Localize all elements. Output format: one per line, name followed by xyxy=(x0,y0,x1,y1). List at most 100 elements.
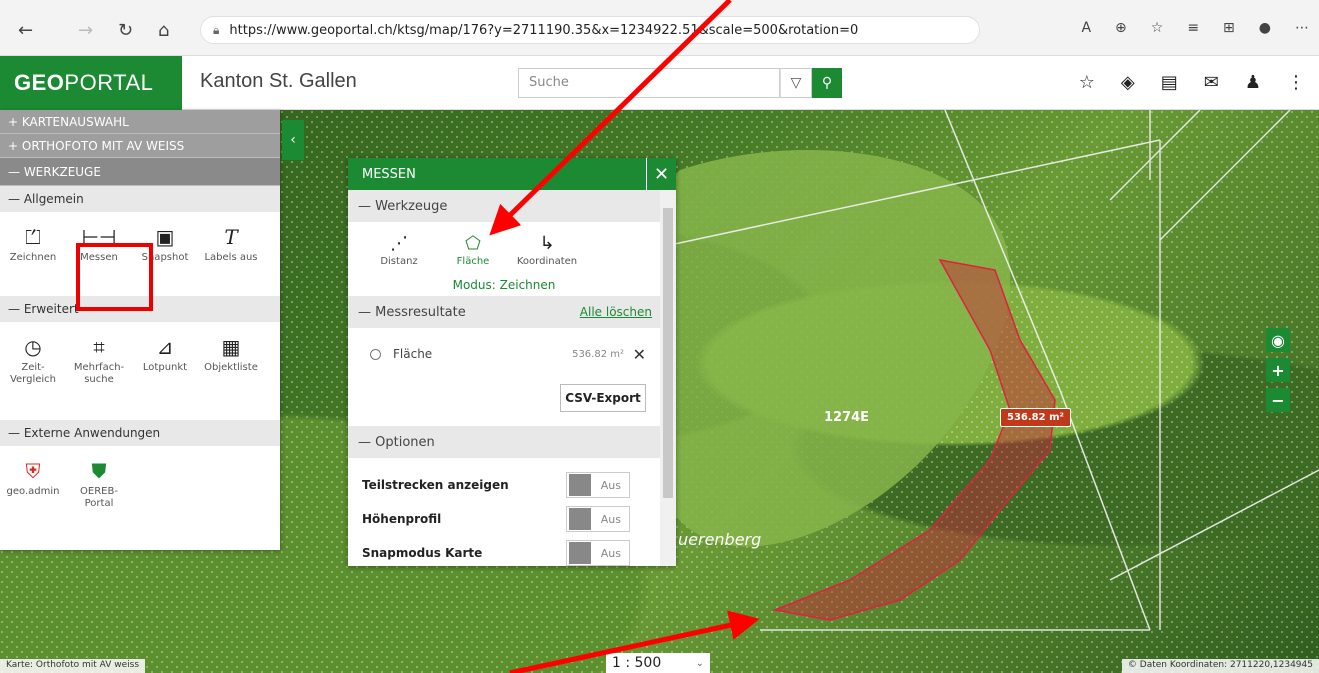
dialog-scrollbar[interactable] xyxy=(660,190,676,566)
close-icon[interactable]: ✕ xyxy=(646,158,676,190)
section-werkzeuge[interactable]: — WERKZEUGE xyxy=(0,158,280,186)
group-extern[interactable]: — Externe Anwendungen xyxy=(0,420,280,446)
result-value: 536.82 m² xyxy=(572,348,624,360)
tool-zeichnen[interactable]: ⏍ Zeichnen xyxy=(0,222,66,288)
tool-objektliste[interactable]: ▦ Objektliste xyxy=(198,332,264,412)
tool-lotpunkt[interactable]: ⊿ Lotpunkt xyxy=(132,332,198,412)
measure-tools: ⋰ Distanz ⬠ Fläche ↳ Koordinaten xyxy=(348,222,660,278)
tool-labels[interactable]: T Labels aus xyxy=(198,222,264,288)
object-list-icon: ▦ xyxy=(221,335,241,359)
tool-mehrfachsuche[interactable]: ⌗ Mehrfach- suche xyxy=(66,332,132,412)
sidebar-panel: + KARTENAUSWAHL + ORTHOFOTO MIT AV WEISS… xyxy=(0,110,280,550)
section-orthofoto[interactable]: + ORTHOFOTO MIT AV WEISS xyxy=(0,134,280,158)
swiss-shield-icon: ⛨ xyxy=(25,459,41,483)
perpendicular-icon: ⊿ xyxy=(156,335,174,359)
zoom-in-button[interactable]: + xyxy=(1266,358,1290,382)
option-teilstrecken: Teilstrecken anzeigen Aus xyxy=(348,468,660,502)
coordinates-readout: © Daten Koordinaten: 2711220,1234945 xyxy=(1121,659,1319,673)
annotation-highlight-box xyxy=(76,243,153,311)
group-allgemein[interactable]: — Allgemein xyxy=(0,186,280,212)
collapse-sidebar-button[interactable]: ‹ xyxy=(282,120,304,160)
search-input[interactable]: Suche xyxy=(518,68,780,98)
tool-flaeche[interactable]: ⬠ Fläche xyxy=(436,230,510,278)
section-kartenauswahl[interactable]: + KARTENAUSWAHL xyxy=(0,110,280,134)
tool-koordinaten[interactable]: ↳ Koordinaten xyxy=(510,230,584,278)
geoportal-logo[interactable]: GEO PORTAL xyxy=(0,56,182,110)
results-section[interactable]: — Messresultate Alle löschen xyxy=(348,296,660,328)
results-title: — Messresultate xyxy=(358,304,466,320)
erweitert-tools: ◷ Zeit- Vergleich ⌗ Mehrfach- suche ⊿ Lotpu… xyxy=(0,322,280,420)
delete-icon[interactable]: ✕ xyxy=(633,345,646,364)
home-icon[interactable]: ⌂ xyxy=(158,20,169,41)
dialog-title: MESSEN xyxy=(362,166,416,182)
mail-icon[interactable]: ✉ xyxy=(1204,72,1219,93)
tool-distanz[interactable]: ⋰ Distanz xyxy=(362,230,436,278)
print-icon[interactable]: ▤ xyxy=(1161,72,1178,93)
dialog-body: — Werkzeuge ⋰ Distanz ⬠ Fläche ↳ Koordinate… xyxy=(348,190,660,566)
favorites-list-icon[interactable]: ≡ xyxy=(1187,20,1199,36)
place-label: uerenberg xyxy=(678,530,762,549)
extern-tools: ⛨ geo.admin ⛊ OEREB- Portal xyxy=(0,446,280,518)
read-aloud-icon[interactable]: A xyxy=(1081,20,1091,36)
favorite-icon[interactable]: ☆ xyxy=(1151,20,1164,36)
option-hoehenprofil: Höhenprofil Aus xyxy=(348,502,660,536)
filter-icon[interactable]: ▽ xyxy=(780,68,812,98)
tool-geoadmin[interactable]: ⛨ geo.admin xyxy=(0,456,66,510)
option-snapmodus: Snapmodus Karte Aus xyxy=(348,536,660,566)
clock-icon: ◷ xyxy=(24,335,42,359)
menu-icon[interactable]: ⋮ xyxy=(1287,72,1305,93)
profile-avatar[interactable]: ● xyxy=(1259,20,1271,36)
messen-dialog: MESSEN ✕ — Werkzeuge ⋰ Distanz ⬠ Fläche ↳ K… xyxy=(348,158,676,566)
sg-shield-icon: ⛊ xyxy=(91,459,107,483)
coordinates-icon: ↳ xyxy=(539,232,555,254)
scale-value: 1 : 500 xyxy=(612,655,662,671)
tool-oereb[interactable]: ⛊ OEREB- Portal xyxy=(66,456,132,510)
app-title: Kanton St. Gallen xyxy=(200,70,357,92)
scale-select[interactable]: 1 : 500 ⌄ xyxy=(606,653,710,673)
tool-zeitvergleich[interactable]: ◷ Zeit- Vergleich xyxy=(0,332,66,412)
distance-icon: ⋰ xyxy=(390,232,408,254)
csv-export-button[interactable]: CSV-Export xyxy=(560,384,646,412)
collections-icon[interactable]: ⊞ xyxy=(1223,20,1235,36)
logo-rest: PORTAL xyxy=(64,70,154,95)
result-row[interactable]: Fläche 536.82 m² ✕ xyxy=(348,328,660,380)
mode-status: Modus: Zeichnen xyxy=(452,278,556,292)
optionen-section[interactable]: — Optionen xyxy=(348,426,660,458)
search-button[interactable]: ⚲ xyxy=(812,68,842,98)
back-icon[interactable]: ← xyxy=(18,20,33,41)
reload-icon[interactable]: ↻ xyxy=(118,20,133,41)
user-icon[interactable]: ♟ xyxy=(1245,72,1261,93)
search-icon: ⚲ xyxy=(821,75,833,91)
toggle-teilstrecken[interactable]: Aus xyxy=(566,472,630,498)
star-icon[interactable]: ☆ xyxy=(1079,72,1095,93)
layers-icon[interactable]: ◈ xyxy=(1121,72,1135,93)
csv-row: CSV-Export xyxy=(348,380,660,426)
url-text: https://www.geoportal.ch/ktsg/map/176?y=… xyxy=(229,22,859,38)
area-icon: ⬠ xyxy=(465,232,481,254)
map-source-text: Karte: Orthofoto mit AV weiss xyxy=(0,659,146,673)
clear-all-link[interactable]: Alle löschen xyxy=(580,305,652,319)
parcel-label: 1274E xyxy=(824,410,870,425)
zoom-out-button[interactable]: − xyxy=(1266,388,1290,412)
zoom-icon[interactable]: ⊕ xyxy=(1115,20,1127,36)
browser-toolbar: ← → ↻ ⌂ 🔒︎ https://www.geoportal.ch/ktsg… xyxy=(0,0,1319,56)
multi-search-icon: ⌗ xyxy=(93,335,105,359)
option-label: Teilstrecken anzeigen xyxy=(362,478,509,492)
chevron-down-icon: ⌄ xyxy=(695,657,704,669)
result-radio[interactable] xyxy=(370,348,381,360)
app-header: GEO PORTAL Kanton St. Gallen Suche ▽ ⚲ ☆ … xyxy=(0,56,1319,110)
locate-icon[interactable]: ◉ xyxy=(1266,328,1290,352)
option-label: Snapmodus Karte xyxy=(362,546,483,560)
more-icon[interactable]: ⋯ xyxy=(1295,20,1309,36)
forward-icon[interactable]: → xyxy=(78,20,93,41)
werkzeuge-section[interactable]: — Werkzeuge xyxy=(348,190,660,222)
dialog-header: MESSEN ✕ xyxy=(348,158,676,190)
result-name: Fläche xyxy=(393,347,433,361)
lock-icon: 🔒︎ xyxy=(213,22,220,37)
text-icon: T xyxy=(224,225,238,249)
toggle-hoehenprofil[interactable]: Aus xyxy=(566,506,630,532)
option-label: Höhenprofil xyxy=(362,512,442,526)
address-bar[interactable]: 🔒︎ https://www.geoportal.ch/ktsg/map/176… xyxy=(200,16,980,44)
area-badge: 536.82 m² xyxy=(1000,408,1071,427)
toggle-snapmodus[interactable]: Aus xyxy=(566,540,630,566)
